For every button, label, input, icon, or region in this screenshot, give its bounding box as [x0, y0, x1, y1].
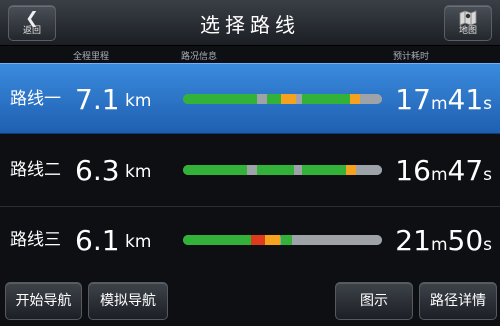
diagram-button[interactable]: 图示: [335, 282, 413, 320]
traffic-segment-slow: [350, 94, 361, 104]
route-time: 17m41s: [395, 64, 492, 140]
time-minutes-unit: m: [430, 94, 448, 114]
traffic-segment-unknown: [294, 165, 303, 175]
traffic-segment-clear: [183, 94, 257, 104]
page-title: 选择路线: [200, 13, 300, 37]
traffic-segment-unknown: [292, 235, 382, 245]
time-seconds: 47: [447, 154, 484, 187]
traffic-segment-slow: [280, 94, 297, 104]
route-distance: 7.1: [75, 83, 120, 116]
traffic-segment-unknown: [356, 165, 382, 175]
route-row[interactable]: 路线二 6.3 km 16m47s: [0, 135, 500, 206]
column-header-time: 预计耗时: [393, 52, 430, 62]
time-minutes-unit: m: [430, 235, 448, 255]
map-label: 地图: [458, 26, 477, 36]
column-header-traffic: 路况信息: [181, 52, 218, 62]
title-bar: ❮ 返回 选择路线 地图: [0, 0, 500, 46]
route-row[interactable]: 路线三 6.1 km 21m50s: [0, 205, 500, 276]
traffic-segment-clear: [280, 235, 293, 245]
traffic-bar: [183, 235, 382, 245]
traffic-segment-unknown: [246, 165, 257, 175]
route-distance: 6.1: [75, 224, 120, 257]
traffic-segment-jam: [250, 235, 265, 245]
traffic-bar: [183, 165, 382, 175]
column-header-distance: 全程里程: [73, 52, 110, 62]
traffic-segment-clear: [183, 235, 251, 245]
traffic-segment-clear: [183, 165, 247, 175]
time-minutes: 21: [395, 224, 431, 257]
time-seconds: 41: [447, 83, 484, 116]
traffic-segment-clear: [266, 94, 281, 104]
route-time: 16m47s: [395, 135, 492, 211]
traffic-segment-slow: [346, 165, 357, 175]
simulate-navigation-button[interactable]: 模拟导航: [88, 282, 168, 320]
time-minutes-unit: m: [430, 165, 448, 185]
bottom-toolbar: 开始导航 模拟导航 图示 路径详情: [0, 272, 500, 326]
route-distance: 6.3: [75, 154, 120, 187]
route-name: 路线一: [10, 89, 61, 109]
route-name: 路线二: [10, 160, 61, 180]
start-navigation-button[interactable]: 开始导航: [5, 282, 82, 320]
time-seconds-unit: s: [483, 165, 492, 185]
route-time: 21m50s: [395, 205, 492, 281]
route-name: 路线三: [10, 230, 61, 250]
route-distance-unit: km: [125, 232, 152, 252]
time-seconds-unit: s: [483, 94, 492, 114]
traffic-segment-clear: [302, 165, 347, 175]
time-minutes: 17: [395, 83, 431, 116]
time-seconds: 50: [447, 224, 484, 257]
map-button[interactable]: 地图: [444, 5, 492, 41]
route-details-button[interactable]: 路径详情: [419, 282, 497, 320]
traffic-segment-clear: [256, 165, 295, 175]
traffic-bar: [183, 94, 382, 104]
traffic-segment-unknown: [256, 94, 267, 104]
route-distance-unit: km: [125, 91, 152, 111]
route-row[interactable]: 路线一 7.1 km 17m41s: [0, 63, 500, 134]
traffic-segment-unknown: [360, 94, 382, 104]
map-icon: [459, 10, 477, 26]
traffic-segment-slow: [264, 235, 281, 245]
traffic-segment-clear: [302, 94, 351, 104]
time-seconds-unit: s: [483, 235, 492, 255]
time-minutes: 16: [395, 154, 431, 187]
route-distance-unit: km: [125, 162, 152, 182]
